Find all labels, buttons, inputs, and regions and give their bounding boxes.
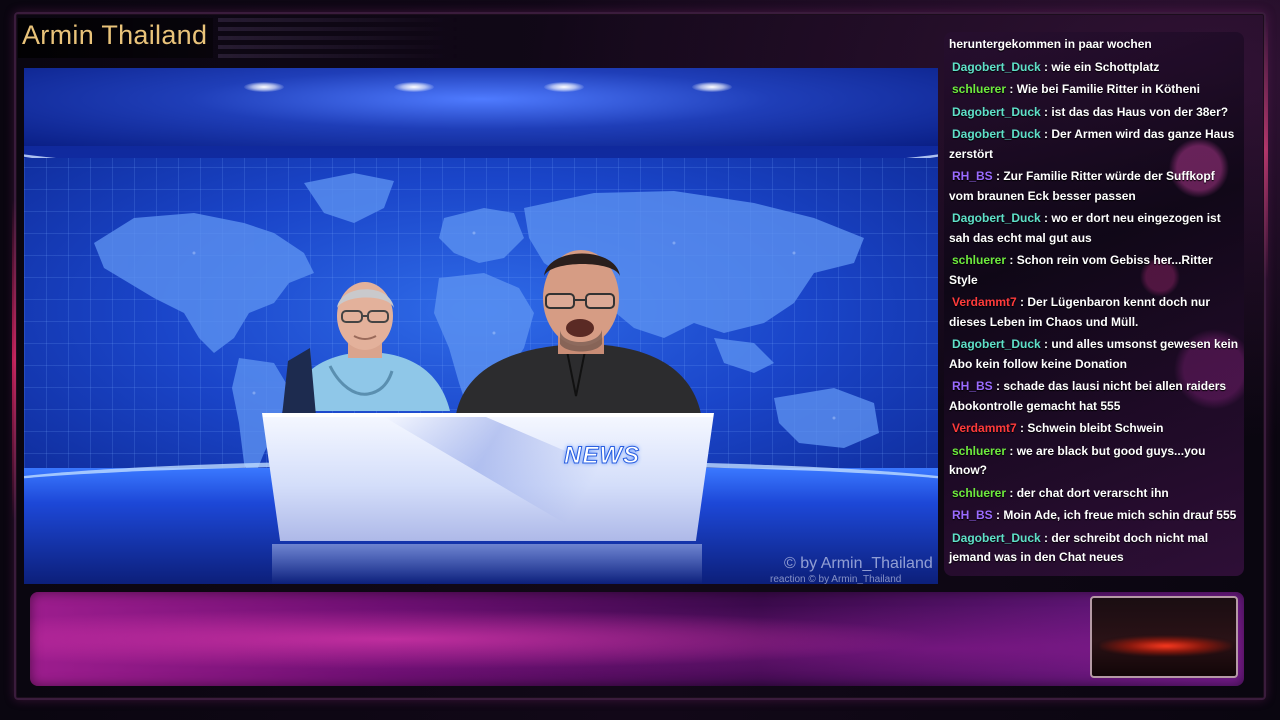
- copyright-watermark: © by Armin_Thailand: [784, 555, 933, 572]
- presenter-left: [282, 282, 450, 416]
- chat-username[interactable]: RH_BS: [952, 169, 993, 183]
- chat-message: Dagobert_Duck : ist das das Haus von der…: [949, 102, 1241, 125]
- chat-text: : wie ein Schottplatz: [1040, 59, 1160, 74]
- chat-username[interactable]: RH_BS: [952, 379, 993, 393]
- chat-text: : der chat dort verarscht ihn: [1006, 485, 1169, 500]
- chat-message: Verdammt7 : Schwein bleibt Schwein: [949, 418, 1241, 441]
- chat-message: schluerer : der chat dort verarscht ihn: [949, 483, 1241, 506]
- chat-message: heruntergekommen in paar wochen: [949, 34, 1241, 57]
- chat-text: : Schwein bleibt Schwein: [1016, 421, 1164, 435]
- chat-username[interactable]: Dagobert_Duck: [952, 60, 1041, 74]
- ceiling-light: [244, 82, 284, 92]
- chat-text: : Moin Ade, ich freue mich schin drauf 5…: [992, 508, 1237, 522]
- chat-text: : Wie bei Familie Ritter in Kötheni: [1006, 82, 1200, 96]
- ceiling-light: [692, 82, 732, 92]
- chat-text: heruntergekommen in paar wochen: [949, 37, 1152, 51]
- chat-username[interactable]: schluerer: [952, 486, 1006, 500]
- right-glow-accent: [1264, 20, 1268, 280]
- chat-panel[interactable]: heruntergekommen in paar wochen Dagobert_…: [944, 32, 1244, 576]
- chat-message: schluerer : Wie bei Familie Ritter in Kö…: [949, 79, 1241, 102]
- chat-username[interactable]: schluerer: [952, 444, 1006, 458]
- chat-message: RH_BS : Zur Familie Ritter würde der Suf…: [949, 166, 1241, 208]
- desk-reflection: [272, 544, 702, 584]
- presenter-right: [456, 250, 701, 414]
- camera-preview-thumbnail: [1090, 596, 1238, 678]
- chat-message: RH_BS : schade das lausi nicht bei allen…: [949, 376, 1241, 418]
- video-player[interactable]: NEWS © by Armin_Thailand reaction © by A…: [24, 68, 938, 584]
- chat-message: Dagobert_Duck : wie ein Schottplatz: [949, 57, 1241, 80]
- camera-preview-glow: [1100, 636, 1232, 656]
- chat-text: : ist das das Haus von der 38er?: [1040, 104, 1229, 119]
- chat-message: Dagobert_Duck : der schreibt doch nicht …: [949, 528, 1241, 570]
- ceiling-light: [544, 82, 584, 92]
- chat-message: Dagobert_Duck : wo er dort neu eingezoge…: [949, 208, 1241, 250]
- chat-username[interactable]: Dagobert_Duck: [952, 211, 1041, 225]
- chat-username[interactable]: schluerer: [952, 253, 1006, 267]
- news-label: NEWS: [564, 442, 640, 470]
- chat-username[interactable]: Verdammt7: [952, 295, 1017, 309]
- chat-message: Verdammt7 : Der Lügenbaron kennt doch nu…: [949, 292, 1241, 334]
- chat-username[interactable]: Dagobert_Duck: [952, 337, 1041, 351]
- chat-username[interactable]: RH_BS: [952, 508, 993, 522]
- ceiling-light: [394, 82, 434, 92]
- chat-message: Dagobert_Duck : und alles umsonst gewese…: [949, 334, 1241, 376]
- stream-overlay: Armin Thailand NEWS © by Armin_Thailand …: [0, 0, 1280, 720]
- channel-title: Armin Thailand: [18, 18, 214, 58]
- chat-message-list: heruntergekommen in paar wochen Dagobert_…: [949, 34, 1241, 570]
- chat-message: RH_BS : Moin Ade, ich freue mich schin d…: [949, 505, 1241, 528]
- reaction-watermark: reaction © by Armin_Thailand: [770, 574, 902, 584]
- chat-message: Dagobert_Duck : Der Armen wird das ganze…: [949, 124, 1241, 166]
- chat-username[interactable]: Dagobert_Duck: [952, 127, 1041, 141]
- chat-message: schluerer : we are black but good guys..…: [949, 441, 1241, 483]
- chat-message: schluerer : Schon rein vom Gebiss her...…: [949, 250, 1241, 292]
- chat-username[interactable]: Dagobert_Duck: [952, 531, 1041, 545]
- chat-username[interactable]: Verdammt7: [952, 421, 1017, 435]
- title-stripes-decoration: [218, 18, 458, 62]
- bottom-banner: [30, 592, 1244, 686]
- chat-username[interactable]: Dagobert_Duck: [952, 105, 1041, 119]
- left-glow-accent: [12, 200, 16, 520]
- chat-username[interactable]: schluerer: [952, 82, 1006, 96]
